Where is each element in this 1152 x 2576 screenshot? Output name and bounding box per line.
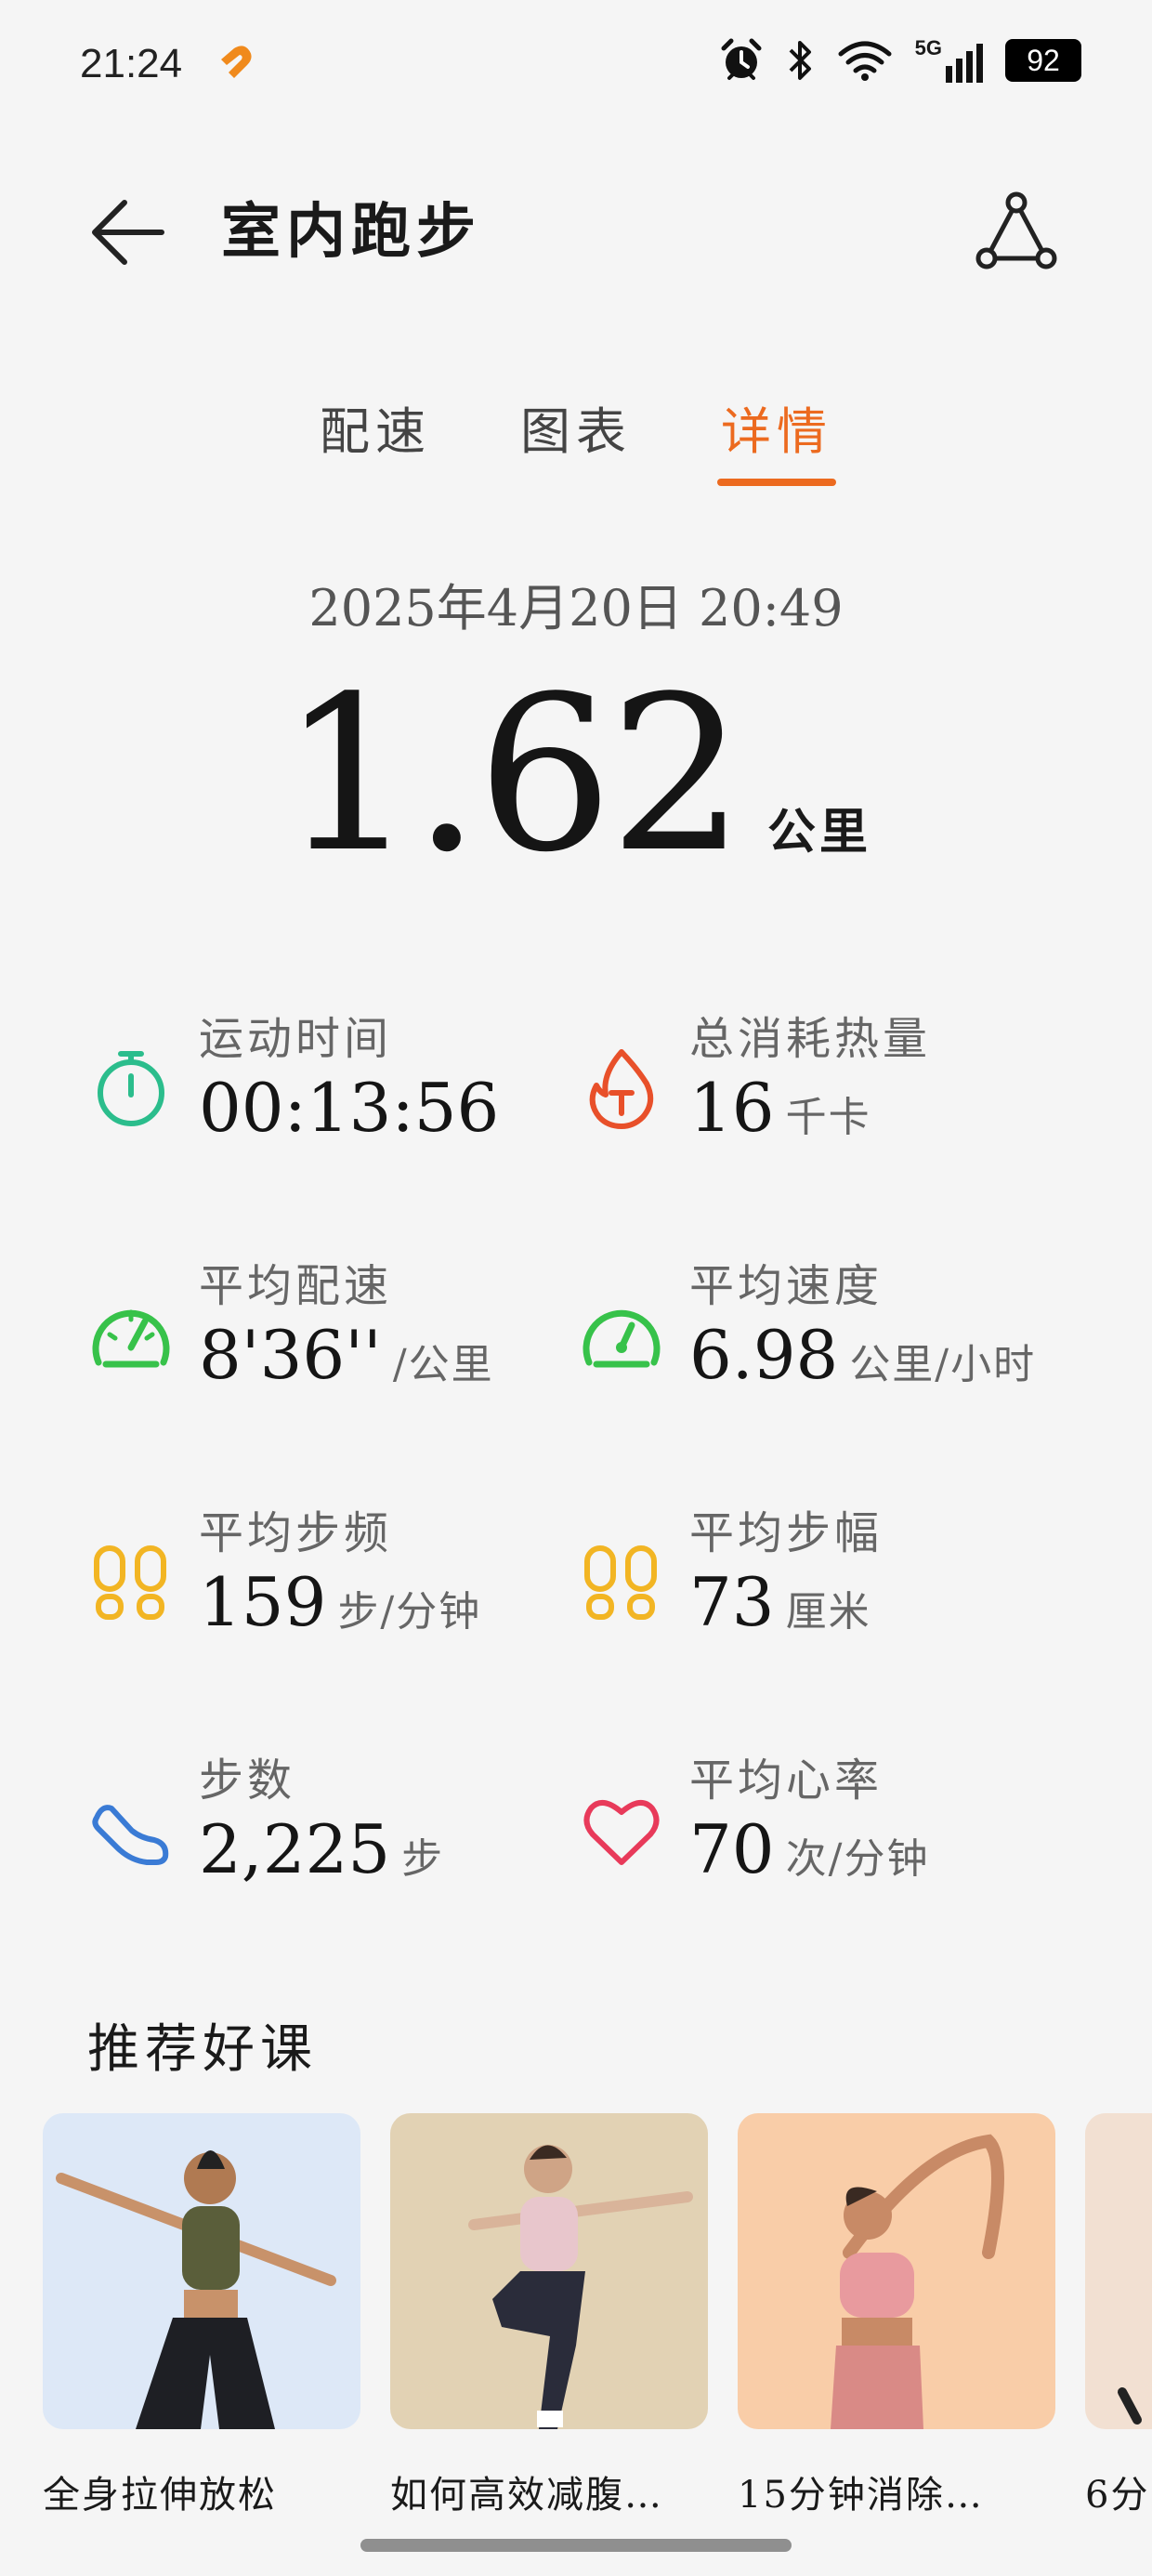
- course-title: 6分…: [1085, 2474, 1152, 2517]
- course-card[interactable]: 如何高效减腹…: [390, 2113, 708, 2518]
- course-card[interactable]: 6分…: [1085, 2113, 1152, 2518]
- stat-label: 平均心率: [689, 1755, 884, 1807]
- course-thumbnail: [390, 2113, 708, 2429]
- stat-avg-speed: 平均速度 6.98 公里/小时: [580, 1249, 1063, 1398]
- page-title: 室内跑步: [221, 197, 481, 267]
- course-thumbnail: [738, 2113, 1055, 2429]
- recommended-courses-title: 推荐好课: [87, 2019, 318, 2080]
- stat-steps: 步数 2,225 步: [89, 1743, 572, 1892]
- tab-pace[interactable]: 配速: [316, 390, 435, 486]
- stat-stride: 平均步幅 73 厘米: [580, 1496, 1063, 1645]
- stat-label: 平均速度: [689, 1260, 884, 1312]
- stat-value: 00:13:56: [199, 1069, 500, 1147]
- distance-summary: 1.62 公里: [0, 669, 1152, 883]
- stat-value: 70: [689, 1810, 775, 1888]
- course-card[interactable]: 全身拉伸放松: [43, 2113, 360, 2518]
- footprints-icon: [584, 1545, 657, 1620]
- course-card[interactable]: 15分钟消除…: [738, 2113, 1055, 2518]
- home-indicator[interactable]: [360, 2539, 792, 2552]
- stat-unit: 厘米: [785, 1588, 871, 1636]
- stat-heart-rate: 平均心率 70 次/分钟: [580, 1743, 1063, 1892]
- stat-cadence: 平均步频 159 步/分钟: [89, 1496, 572, 1645]
- stat-label: 步数: [199, 1755, 296, 1807]
- speed-gauge-icon: [583, 1309, 661, 1368]
- stat-duration: 运动时间 00:13:56: [89, 1002, 572, 1150]
- stat-value: 8'36'': [199, 1316, 382, 1394]
- course-thumbnail: [1085, 2113, 1152, 2429]
- course-thumbnail: [43, 2113, 360, 2429]
- battery-icon: 92: [1005, 39, 1081, 82]
- course-title: 15分钟消除…: [738, 2474, 984, 2517]
- course-carousel[interactable]: 全身拉伸放松 如何高效减腹… 15分钟消除… 6分: [0, 2113, 1152, 2522]
- footprints-icon: [94, 1545, 166, 1620]
- stat-label: 平均步幅: [689, 1507, 884, 1559]
- stat-label: 平均步频: [199, 1507, 393, 1559]
- course-title: 如何高效减腹…: [390, 2474, 663, 2517]
- course-title: 全身拉伸放松: [43, 2474, 277, 2517]
- back-button[interactable]: [85, 190, 171, 275]
- stat-value: 73: [689, 1563, 775, 1641]
- heart-icon: [583, 1800, 660, 1865]
- bluetooth-icon: [789, 41, 811, 80]
- shoe-icon: [92, 1805, 169, 1865]
- tab-chart[interactable]: 图表: [517, 390, 635, 486]
- stat-value: 159: [199, 1563, 327, 1641]
- signal-icon: 5G: [915, 38, 983, 83]
- stat-calories: 总消耗热量 16 千卡: [580, 1002, 1063, 1150]
- distance-value: 1.62: [280, 651, 745, 900]
- share-button[interactable]: [974, 190, 1059, 275]
- stat-unit: 千卡: [785, 1094, 871, 1141]
- stat-value: 16: [689, 1069, 775, 1147]
- stat-unit: 公里/小时: [849, 1341, 1037, 1388]
- status-time: 21:24: [80, 41, 183, 86]
- stat-unit: 步/分钟: [337, 1588, 482, 1636]
- network-label: 5G: [914, 36, 942, 59]
- stat-avg-pace: 平均配速 8'36'' /公里: [89, 1249, 572, 1398]
- workout-datetime: 2025年4月20日 20:49: [308, 579, 844, 637]
- tab-bar: 配速 图表 详情: [0, 390, 1152, 486]
- flame-icon: [589, 1049, 654, 1129]
- stat-unit: 次/分钟: [785, 1835, 930, 1883]
- stat-label: 总消耗热量: [689, 1013, 932, 1065]
- arrow-left-icon: [92, 200, 164, 265]
- app-heart-icon: [216, 45, 256, 85]
- stat-unit: /公里: [392, 1341, 494, 1388]
- distance-unit: 公里: [767, 804, 872, 861]
- share-icon: [975, 191, 1057, 269]
- status-icons: 5G 92: [718, 37, 1081, 84]
- stopwatch-icon: [98, 1051, 164, 1126]
- stat-label: 运动时间: [199, 1013, 393, 1065]
- pace-gauge-icon: [92, 1309, 170, 1368]
- stat-label: 平均配速: [199, 1260, 393, 1312]
- stat-value: 2,225: [199, 1810, 391, 1888]
- stat-unit: 步: [401, 1835, 445, 1883]
- stat-value: 6.98: [689, 1316, 839, 1394]
- wifi-icon: [838, 41, 892, 81]
- tab-details[interactable]: 详情: [717, 390, 836, 486]
- alarm-icon: [721, 38, 762, 80]
